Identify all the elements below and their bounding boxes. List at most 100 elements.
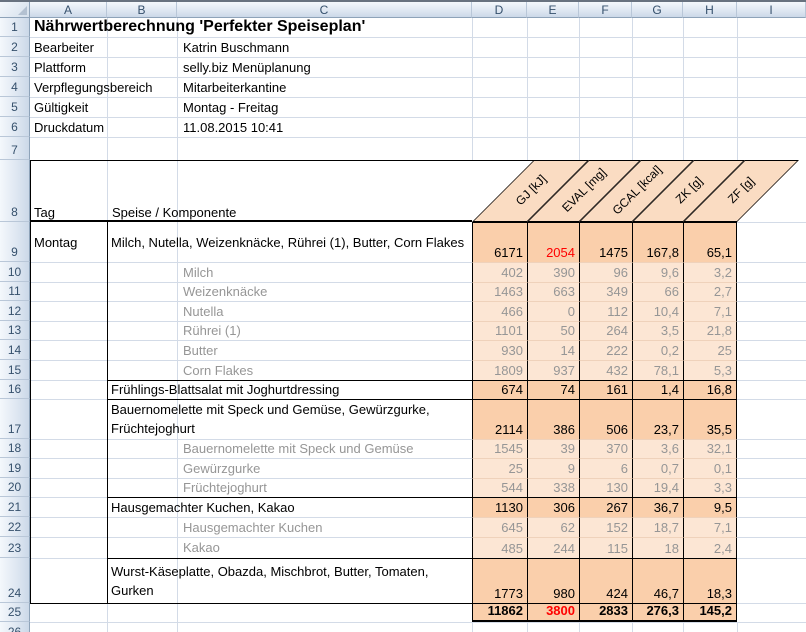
value-cell[interactable]: 3800 xyxy=(527,603,579,622)
value-cell[interactable]: 267 xyxy=(579,497,632,517)
row-header-26[interactable]: 26 xyxy=(0,622,30,632)
meal-label[interactable]: Wurst-Käseplatte, Obazda, Mischbrot, But… xyxy=(111,558,471,603)
row-header-17[interactable]: 17 xyxy=(0,399,30,439)
value-cell[interactable]: 485 xyxy=(472,537,527,558)
value-cell[interactable]: 46,7 xyxy=(632,558,683,603)
row-header-1[interactable]: 1 xyxy=(0,17,30,37)
component-label[interactable]: Butter xyxy=(183,340,218,360)
value-cell[interactable]: 2054 xyxy=(527,222,579,262)
sheet-title[interactable]: Nährwertberechnung 'Perfekter Speiseplan… xyxy=(34,17,365,37)
value-cell[interactable]: 19,4 xyxy=(632,478,683,497)
value-cell[interactable]: 0,7 xyxy=(632,458,683,478)
component-label[interactable]: Nutella xyxy=(183,301,223,321)
row-header-7[interactable]: 7 xyxy=(0,137,30,160)
meta-value-verpflegungsbereich[interactable]: Mitarbeiterkantine xyxy=(183,77,286,97)
row-header-11[interactable]: 11 xyxy=(0,282,30,301)
value-cell[interactable]: 11862 xyxy=(472,603,527,622)
value-cell[interactable]: 66 xyxy=(632,282,683,301)
meta-label-gueltigkeit[interactable]: Gültigkeit xyxy=(34,97,88,117)
value-cell[interactable]: 39 xyxy=(527,439,579,458)
value-cell[interactable]: 645 xyxy=(472,517,527,537)
value-cell[interactable]: 276,3 xyxy=(632,603,683,622)
value-cell[interactable]: 980 xyxy=(527,558,579,603)
value-cell[interactable]: 2833 xyxy=(579,603,632,622)
value-cell[interactable]: 1475 xyxy=(579,222,632,262)
value-cell[interactable]: 7,1 xyxy=(683,301,737,321)
row-header-3[interactable]: 3 xyxy=(0,57,30,77)
meta-label-plattform[interactable]: Plattform xyxy=(34,57,86,77)
meal-label[interactable]: Bauernomelette mit Speck und Gemüse, Gew… xyxy=(111,399,471,439)
row-header-5[interactable]: 5 xyxy=(0,97,30,117)
value-cell[interactable]: 152 xyxy=(579,517,632,537)
value-cell[interactable]: 115 xyxy=(579,537,632,558)
value-cell[interactable]: 161 xyxy=(579,380,632,399)
meta-label-verpflegungsbereich[interactable]: Verpflegungsbereich xyxy=(34,77,153,97)
meal-label[interactable]: Frühlings-Blattsalat mit Joghurtdressing xyxy=(111,380,471,399)
value-cell[interactable]: 506 xyxy=(579,399,632,439)
value-cell[interactable]: 32,1 xyxy=(683,439,737,458)
value-cell[interactable]: 1463 xyxy=(472,282,527,301)
row-header-4[interactable]: 4 xyxy=(0,77,30,97)
row-header-22[interactable]: 22 xyxy=(0,517,30,537)
value-cell[interactable]: 663 xyxy=(527,282,579,301)
value-cell[interactable]: 6171 xyxy=(472,222,527,262)
component-label[interactable]: Früchtejoghurt xyxy=(183,478,267,497)
value-cell[interactable]: 74 xyxy=(527,380,579,399)
value-cell[interactable]: 10,4 xyxy=(632,301,683,321)
row-header-25[interactable]: 25 xyxy=(0,603,30,622)
meta-value-bearbeiter[interactable]: Katrin Buschmann xyxy=(183,37,289,57)
value-cell[interactable]: 1773 xyxy=(472,558,527,603)
value-cell[interactable]: 432 xyxy=(579,360,632,380)
row-header-9[interactable]: 9 xyxy=(0,222,30,262)
value-cell[interactable]: 5,3 xyxy=(683,360,737,380)
row-header-13[interactable]: 13 xyxy=(0,321,30,340)
row-header-20[interactable]: 20 xyxy=(0,478,30,497)
value-cell[interactable]: 35,5 xyxy=(683,399,737,439)
row-header-8[interactable]: 8 xyxy=(0,160,30,222)
value-cell[interactable]: 370 xyxy=(579,439,632,458)
value-cell[interactable]: 50 xyxy=(527,321,579,340)
select-all-corner[interactable] xyxy=(0,2,30,18)
value-cell[interactable]: 2,4 xyxy=(683,537,737,558)
column-header-F[interactable]: F xyxy=(579,2,632,18)
meta-value-plattform[interactable]: selly.biz Menüplanung xyxy=(183,57,311,77)
value-cell[interactable]: 244 xyxy=(527,537,579,558)
value-cell[interactable]: 9,6 xyxy=(632,262,683,282)
value-cell[interactable]: 222 xyxy=(579,340,632,360)
value-cell[interactable]: 9,5 xyxy=(683,497,737,517)
value-cell[interactable]: 338 xyxy=(527,478,579,497)
row-header-6[interactable]: 6 xyxy=(0,117,30,137)
meta-label-druckdatum[interactable]: Druckdatum xyxy=(34,117,104,137)
value-cell[interactable]: 18,3 xyxy=(683,558,737,603)
value-cell[interactable]: 1130 xyxy=(472,497,527,517)
row-header-12[interactable]: 12 xyxy=(0,301,30,321)
value-cell[interactable]: 112 xyxy=(579,301,632,321)
value-cell[interactable]: 25 xyxy=(683,340,737,360)
value-cell[interactable]: 3,5 xyxy=(632,321,683,340)
value-cell[interactable]: 167,8 xyxy=(632,222,683,262)
column-header-D[interactable]: D xyxy=(472,2,527,18)
value-cell[interactable]: 9 xyxy=(527,458,579,478)
value-cell[interactable]: 7,1 xyxy=(683,517,737,537)
value-cell[interactable]: 6 xyxy=(579,458,632,478)
column-header-H[interactable]: H xyxy=(683,2,737,18)
value-cell[interactable]: 386 xyxy=(527,399,579,439)
value-cell[interactable]: 1,4 xyxy=(632,380,683,399)
row-header-24[interactable]: 24 xyxy=(0,558,30,603)
value-cell[interactable]: 0,2 xyxy=(632,340,683,360)
value-cell[interactable]: 36,7 xyxy=(632,497,683,517)
value-cell[interactable]: 21,8 xyxy=(683,321,737,340)
column-header-C[interactable]: C xyxy=(177,2,472,18)
component-label[interactable]: Hausgemachter Kuchen xyxy=(183,517,322,537)
row-header-2[interactable]: 2 xyxy=(0,37,30,57)
column-header-I[interactable]: I xyxy=(737,2,806,18)
value-cell[interactable]: 145,2 xyxy=(683,603,737,622)
component-label[interactable]: Bauernomelette mit Speck und Gemüse xyxy=(183,439,414,458)
component-label[interactable]: Corn Flakes xyxy=(183,360,253,380)
row-header-15[interactable]: 15 xyxy=(0,360,30,380)
row-header-21[interactable]: 21 xyxy=(0,497,30,517)
value-cell[interactable]: 0,1 xyxy=(683,458,737,478)
row-header-23[interactable]: 23 xyxy=(0,537,30,558)
value-cell[interactable]: 23,7 xyxy=(632,399,683,439)
value-cell[interactable]: 1545 xyxy=(472,439,527,458)
